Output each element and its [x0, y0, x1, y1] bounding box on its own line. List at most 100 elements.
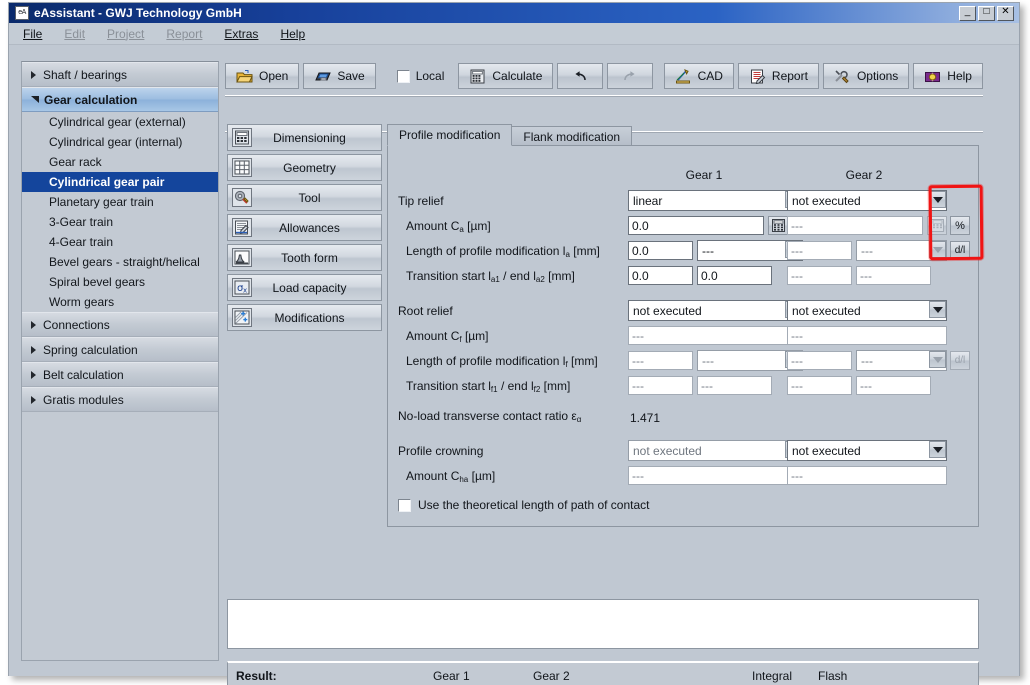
root-relief-amount-gear2-input[interactable]: --- [787, 326, 947, 345]
chevron-down-icon[interactable] [929, 301, 946, 318]
local-checkbox-wrap[interactable]: Local [387, 63, 455, 89]
allowances-icon [232, 218, 252, 237]
sidebar-group-spring-calculation[interactable]: Spring calculation [22, 337, 218, 362]
nav-button-modifications[interactable]: Modifications [227, 304, 382, 331]
chevron-down-icon[interactable] [929, 441, 946, 458]
calculator-icon [772, 219, 785, 232]
menu-extras[interactable]: Extras [224, 27, 258, 41]
tip-relief-amount-gear1-input[interactable]: 0.0 [628, 216, 764, 235]
menu-bar: File Edit Project Report Extras Help [9, 23, 1019, 45]
sidebar-group-belt-calculation[interactable]: Belt calculation [22, 362, 218, 387]
open-button[interactable]: Open [225, 63, 299, 89]
sidebar-item-3-gear-train[interactable]: 3-Gear train [22, 212, 218, 232]
message-output-box [227, 599, 979, 649]
maximize-button[interactable]: □ [978, 6, 995, 21]
tip-relief-gear2-combo[interactable]: not executed [787, 190, 947, 211]
percent-button[interactable]: % [950, 216, 970, 235]
sidebar-item-worm-gears[interactable]: Worm gears [22, 292, 218, 312]
calculate-button[interactable]: Calculate [458, 63, 553, 89]
tip-relief-length-gear2-input[interactable]: --- [787, 241, 852, 260]
column-header-gear2: Gear 2 [794, 168, 934, 182]
sidebar-item-cylindrical-gear-internal[interactable]: Cylindrical gear (internal) [22, 132, 218, 152]
contact-ratio-value: 1.471 [630, 411, 660, 425]
sidebar-item-4-gear-train[interactable]: 4-Gear train [22, 232, 218, 252]
tip-relief-transition-start-gear1[interactable]: 0.0 [628, 266, 693, 285]
profile-crowning-amount-gear1-input[interactable]: --- [628, 466, 803, 485]
dl-button-label: d/l [955, 355, 966, 366]
result-col-gear2: Gear 2 [533, 669, 570, 683]
tip-relief-transition-end-gear2[interactable]: --- [856, 266, 931, 285]
theoretical-length-checkbox-row[interactable]: Use the theoretical length of path of co… [398, 498, 649, 512]
help-button[interactable]: Help [913, 63, 983, 89]
tip-relief-gear1-combo[interactable]: linear [628, 190, 803, 211]
root-relief-length-gear2-input[interactable]: --- [787, 351, 852, 370]
geometry-grid-icon [232, 158, 252, 177]
dl-button-tip[interactable]: d/l [950, 241, 970, 260]
sidebar-item-bevel-gears[interactable]: Bevel gears - straight/helical [22, 252, 218, 272]
contact-ratio-label: No-load transverse contact ratio εα [398, 409, 581, 424]
amount-subscript: a [459, 225, 463, 234]
root-relief-transition-start-gear2[interactable]: --- [787, 376, 852, 395]
options-button[interactable]: Options [823, 63, 909, 89]
root-relief-transition-end-gear2[interactable]: --- [856, 376, 931, 395]
amount-text: Amount C [406, 469, 459, 483]
content-area: Open Save Local [225, 61, 995, 661]
calculate-button-label: Calculate [492, 69, 542, 83]
transition-text: Transition start l [406, 379, 491, 393]
tip-relief-transition-start-gear2[interactable]: --- [787, 266, 852, 285]
sidebar-group-connections[interactable]: Connections [22, 312, 218, 337]
tip-relief-amount-gear2-input[interactable]: --- [787, 216, 923, 235]
sidebar-item-cylindrical-gear-pair[interactable]: Cylindrical gear pair [22, 172, 218, 192]
tip-relief-amount-gear1-calc-button[interactable] [768, 216, 788, 235]
profile-crowning-gear2-combo[interactable]: not executed [787, 440, 947, 461]
profile-crowning-amount-gear2-input[interactable]: --- [787, 466, 947, 485]
chevron-down-icon [929, 241, 946, 258]
nav-button-dimensioning[interactable]: Dimensioning [227, 124, 382, 151]
nav-button-tooth-form[interactable]: Tooth form [227, 244, 382, 271]
root-relief-transition-end-gear1[interactable]: --- [697, 376, 772, 395]
amount-unit: [µm] [467, 219, 491, 233]
tip-relief-amount-label: Amount Ca [µm] [406, 219, 491, 234]
help-book-icon [924, 69, 941, 84]
tip-relief-transition-end-gear1[interactable]: 0.0 [697, 266, 772, 285]
undo-button[interactable] [557, 63, 603, 89]
chevron-down-icon [929, 351, 946, 368]
amount-unit: [µm] [465, 329, 489, 343]
sidebar-item-cylindrical-gear-external[interactable]: Cylindrical gear (external) [22, 112, 218, 132]
menu-help[interactable]: Help [280, 27, 305, 41]
options-button-label: Options [857, 69, 898, 83]
save-button[interactable]: Save [303, 63, 375, 89]
nav-button-allowances[interactable]: Allowances [227, 214, 382, 241]
nav-button-load-capacity[interactable]: σx Load capacity [227, 274, 382, 301]
sidebar-item-planetary-gear-train[interactable]: Planetary gear train [22, 192, 218, 212]
gear-tool-icon [232, 188, 252, 207]
menu-file[interactable]: File [23, 27, 42, 41]
local-checkbox[interactable] [397, 70, 410, 83]
sidebar-group-shaft-bearings[interactable]: Shaft / bearings [22, 62, 218, 87]
tip-relief-gear1-value: linear [628, 190, 803, 211]
theoretical-length-checkbox[interactable] [398, 499, 411, 512]
root-relief-amount-gear1-input[interactable]: --- [628, 326, 803, 345]
close-button[interactable]: ✕ [997, 6, 1014, 21]
sidebar-item-gear-rack[interactable]: Gear rack [22, 152, 218, 172]
dimensioning-icon [232, 128, 252, 147]
nav-button-geometry[interactable]: Geometry [227, 154, 382, 181]
sidebar-group-gratis-modules[interactable]: Gratis modules [22, 387, 218, 412]
report-button[interactable]: Report [738, 63, 819, 89]
menu-report: Report [166, 27, 202, 41]
sidebar-item-spiral-bevel-gears[interactable]: Spiral bevel gears [22, 272, 218, 292]
root-relief-gear2-value: not executed [787, 300, 947, 321]
root-relief-gear2-combo[interactable]: not executed [787, 300, 947, 321]
root-relief-length-gear1-input[interactable]: --- [628, 351, 693, 370]
sidebar-group-gear-calculation[interactable]: Gear calculation [22, 87, 218, 112]
tab-flank-modification[interactable]: Flank modification [511, 126, 632, 146]
sidebar-item-label: Spiral bevel gears [49, 275, 145, 289]
tab-profile-modification[interactable]: Profile modification [387, 124, 512, 146]
cad-button[interactable]: CAD [664, 63, 734, 89]
minimize-button[interactable]: _ [959, 6, 976, 21]
nav-button-tool[interactable]: Tool [227, 184, 382, 211]
root-relief-transition-start-gear1[interactable]: --- [628, 376, 693, 395]
chevron-down-icon[interactable] [929, 191, 946, 208]
tip-relief-length-gear1-input[interactable]: 0.0 [628, 241, 693, 260]
root-relief-gear1-combo[interactable]: not executed [628, 300, 803, 321]
